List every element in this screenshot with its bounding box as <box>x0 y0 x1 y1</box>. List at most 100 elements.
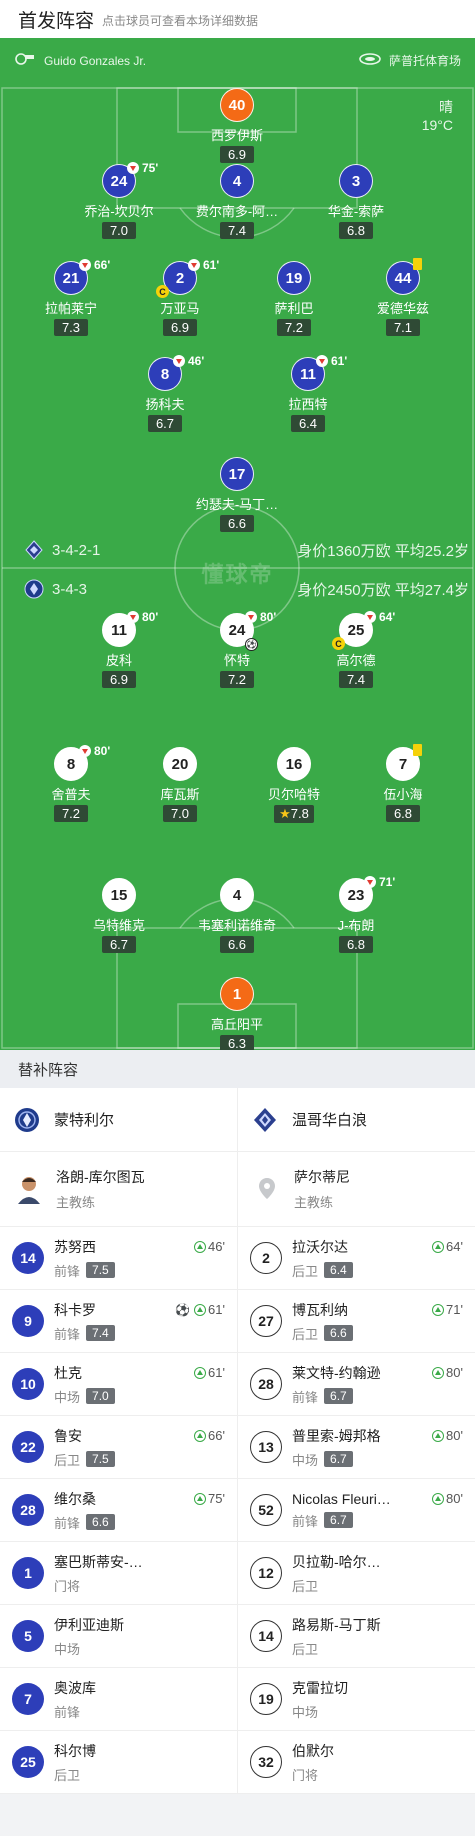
away-player-44[interactable]: 44 爱德华兹 7.1 <box>343 258 463 337</box>
sub-in-icon <box>432 1366 445 1379</box>
player-name: 库瓦斯 <box>160 787 200 802</box>
player-name: J-布朗 <box>337 918 375 933</box>
sub-player-row[interactable]: 25 科尔博 后卫 <box>0 1731 237 1794</box>
coach-montreal[interactable]: 洛朗-库尔图瓦 主教练 <box>0 1152 237 1227</box>
sub-player-row[interactable]: 22 鲁安 后卫 7.5 66' <box>0 1416 237 1479</box>
stadium-info: 萨普托体育场 <box>359 52 461 69</box>
home-player-24[interactable]: 24 80' ⚽ 怀特 7.2 <box>177 610 297 689</box>
sub-player-name: 伊利亚迪斯 <box>54 1616 124 1633</box>
home-player-25[interactable]: 25 64' C 高尔德 7.4 <box>296 610 416 689</box>
vancouver-crest-icon <box>25 540 43 560</box>
sub-player-rating: 7.5 <box>86 1451 115 1467</box>
sub-player-row[interactable]: 10 杜克 中场 7.0 61' <box>0 1353 237 1416</box>
home-player-4[interactable]: 4 韦塞利诺维奇 6.6 <box>177 878 297 954</box>
away-player-11[interactable]: 11 61' 拉西特 6.4 <box>248 354 368 433</box>
away-player-19[interactable]: 19 萨利巴 7.2 <box>234 261 354 337</box>
player-rating: 6.8 <box>339 936 373 953</box>
away-player-3[interactable]: 3 华金-索萨 6.8 <box>296 164 416 240</box>
sub-player-row[interactable]: 52 Nicolas Fleuri… 前锋 6.7 80' <box>238 1479 475 1542</box>
sub-player-row[interactable]: 32 伯默尔 门将 <box>238 1731 475 1794</box>
sub-player-name: 克雷拉切 <box>292 1679 348 1696</box>
away-player-21[interactable]: 21 66' 拉帕莱宁 7.3 <box>11 258 131 337</box>
sub-player-row[interactable]: 7 奥波库 前锋 <box>0 1668 237 1731</box>
sub-player-name: 博瓦利纳 <box>292 1301 348 1318</box>
sub-player-name: 苏努西 <box>54 1238 96 1255</box>
sub-player-number: 5 <box>12 1620 44 1652</box>
home-player-11[interactable]: 11 80' 皮科 6.9 <box>59 610 179 689</box>
sub-player-position: 前锋 <box>54 1704 81 1720</box>
sub-player-name: 伯默尔 <box>292 1742 334 1759</box>
sub-player-rating: 6.7 <box>324 1512 353 1528</box>
sub-player-row[interactable]: 19 克雷拉切 中场 <box>238 1668 475 1731</box>
away-player-2[interactable]: 2 61' C 万亚马 6.9 <box>120 258 240 337</box>
player-number: 23 71' <box>339 875 395 912</box>
sub-player-number: 2 <box>250 1242 282 1274</box>
home-player-16[interactable]: 16 贝尔哈特 ★7.8 <box>234 747 354 823</box>
lineup-header: 首发阵容 点击球员可查看本场详细数据 <box>0 0 475 38</box>
player-number: 1 <box>220 977 254 1011</box>
sub-player-position: 后卫 <box>292 1326 319 1342</box>
away-player-4[interactable]: 4 费尔南多-阿… 7.4 <box>177 164 297 240</box>
sub-player-number: 14 <box>250 1620 282 1652</box>
vancouver-crest-icon <box>254 1107 276 1132</box>
sub-player-name: Nicolas Fleuri… <box>292 1490 391 1507</box>
player-name: 贝尔哈特 <box>267 787 320 802</box>
away-player-40[interactable]: 40 西罗伊斯 6.9 <box>177 88 297 164</box>
player-number: 8 80' <box>54 744 110 781</box>
home-player-8[interactable]: 8 80' 舍普夫 7.2 <box>11 744 131 823</box>
sub-in-marker: 46' <box>194 1239 225 1254</box>
coach-vancouver[interactable]: 萨尔蒂尼 主教练 <box>238 1152 475 1227</box>
sub-player-row[interactable]: 14 路易斯-马丁斯 后卫 <box>238 1605 475 1668</box>
player-number: 11 80' <box>102 610 158 647</box>
captain-badge: C <box>332 637 345 650</box>
sub-player-name: 奥波库 <box>54 1679 96 1696</box>
home-player-23[interactable]: 23 71' J-布朗 6.8 <box>296 875 416 954</box>
home-player-7[interactable]: 7 伍小海 6.8 <box>343 744 463 823</box>
sub-out-marker: 80' <box>79 744 110 758</box>
sub-out-icon <box>127 162 139 174</box>
weather-condition: 晴 <box>439 99 453 115</box>
away-player-24[interactable]: 24 75' 乔治-坎贝尔 7.0 <box>59 161 179 240</box>
sub-in-marker: 75' <box>194 1491 225 1506</box>
subs-column-vancouver: 温哥华白浪 萨尔蒂尼 主教练 2 拉沃尔达 后卫 6.4 64' 27 博瓦利纳 <box>237 1088 475 1794</box>
sub-player-row[interactable]: 28 莱文特-约翰逊 前锋 6.7 80' <box>238 1353 475 1416</box>
sub-player-position: 门将 <box>54 1578 81 1594</box>
stadium-icon <box>359 52 381 69</box>
home-player-20[interactable]: 20 库瓦斯 7.0 <box>120 747 240 823</box>
home-formation: 3-4-3 <box>52 580 88 598</box>
home-player-15[interactable]: 15 乌特维克 6.7 <box>59 878 179 954</box>
sub-player-rating: 6.7 <box>324 1388 353 1404</box>
away-player-17[interactable]: 17 约瑟夫-马丁… 6.6 <box>177 457 297 533</box>
player-number: 19 <box>277 261 311 295</box>
sub-player-number: 9 <box>12 1305 44 1337</box>
sub-player-row[interactable]: 1 塞巴斯蒂安-… 门将 <box>0 1542 237 1605</box>
sub-player-row[interactable]: 5 伊利亚迪斯 中场 <box>0 1605 237 1668</box>
sub-player-row[interactable]: 12 贝拉勒-哈尔… 后卫 <box>238 1542 475 1605</box>
sub-player-rating: 7.4 <box>86 1325 115 1341</box>
player-rating: 6.6 <box>220 515 254 532</box>
sub-player-row[interactable]: 14 苏努西 前锋 7.5 46' <box>0 1227 237 1290</box>
sub-player-name: 科卡罗 <box>54 1301 96 1318</box>
sub-player-row[interactable]: 27 博瓦利纳 后卫 6.6 71' <box>238 1290 475 1353</box>
sub-player-number: 28 <box>250 1368 282 1400</box>
sub-player-row[interactable]: 2 拉沃尔达 后卫 6.4 64' <box>238 1227 475 1290</box>
player-name: 拉帕莱宁 <box>44 301 97 316</box>
player-rating: 7.0 <box>163 805 197 822</box>
sub-player-name: 拉沃尔达 <box>292 1238 348 1255</box>
player-rating: 7.4 <box>220 222 254 239</box>
sub-player-position: 前锋 <box>54 1326 81 1342</box>
sub-player-row[interactable]: 28 维尔桑 前锋 6.6 75' <box>0 1479 237 1542</box>
sub-in-icon <box>194 1240 207 1253</box>
sub-in-icon <box>194 1429 207 1442</box>
sub-out-icon <box>316 355 328 367</box>
player-rating: 6.3 <box>220 1035 254 1050</box>
player-number: 24 80' ⚽ <box>220 610 276 651</box>
away-player-8[interactable]: 8 46' 扬科夫 6.7 <box>105 354 225 433</box>
home-player-1[interactable]: 1 高丘阳平 6.3 <box>177 977 297 1050</box>
sub-player-row[interactable]: 13 普里索-姆邦格 中场 6.7 80' <box>238 1416 475 1479</box>
player-name: 约瑟夫-马丁… <box>195 497 279 512</box>
sub-player-row[interactable]: 9 科卡罗 前锋 7.4 ⚽ 61' <box>0 1290 237 1353</box>
player-rating: 7.2 <box>54 805 88 822</box>
sub-player-number: 13 <box>250 1431 282 1463</box>
player-rating: 6.8 <box>386 805 420 822</box>
